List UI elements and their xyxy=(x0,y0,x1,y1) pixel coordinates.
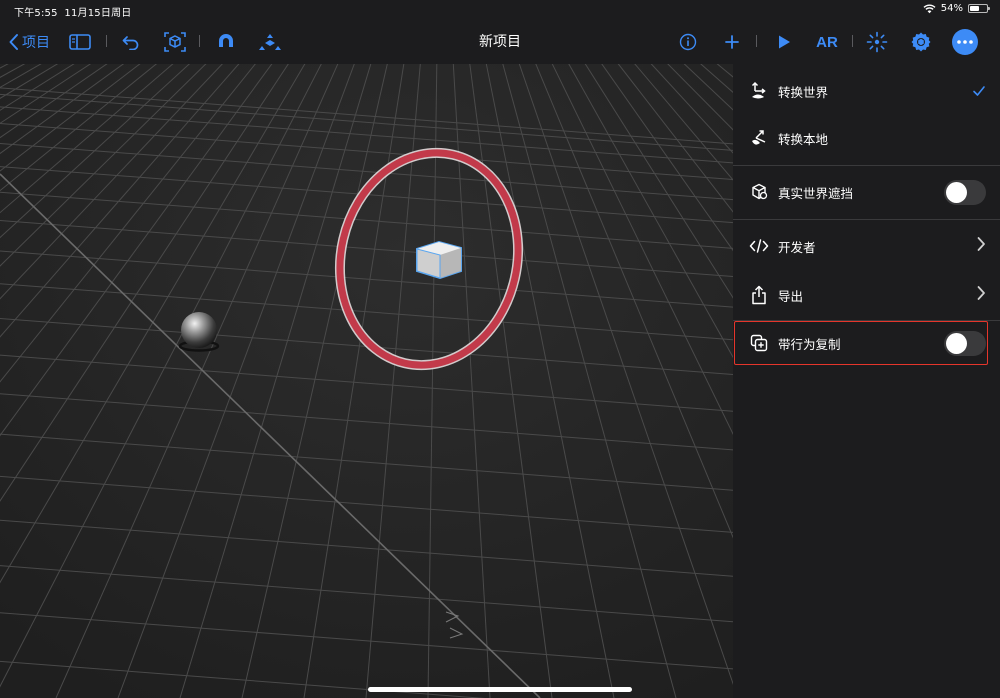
status-right: 54% xyxy=(923,3,990,14)
menu-divider xyxy=(733,165,1000,166)
menu-item-label: 转换本地 xyxy=(778,131,829,147)
undo-button[interactable] xyxy=(120,20,142,64)
battery-icon xyxy=(968,4,990,13)
occlusion-icon xyxy=(749,182,769,202)
menu-item-transform-local[interactable]: 转换本地 xyxy=(733,116,1000,160)
sidebar-icon xyxy=(69,34,91,50)
snap-button[interactable] xyxy=(257,20,283,64)
share-icon xyxy=(749,285,769,305)
gear-icon xyxy=(911,32,931,52)
menu-item-label: 真实世界遮挡 xyxy=(778,185,854,201)
page-title: 新项目 xyxy=(479,34,521,50)
more-button[interactable] xyxy=(950,20,980,64)
menu-item-label: 导出 xyxy=(778,288,804,304)
menu-item-export[interactable]: 导出 xyxy=(733,273,1000,317)
play-icon xyxy=(779,35,790,49)
menu-item-label: 开发者 xyxy=(778,239,816,255)
ar-icon: AR xyxy=(816,33,838,51)
menu-item-occlusion[interactable]: 真实世界遮挡 xyxy=(733,170,1000,214)
toolbar-separator xyxy=(199,35,200,47)
wifi-icon xyxy=(923,3,936,13)
scene-viewport[interactable] xyxy=(0,64,733,698)
anchor-icon xyxy=(866,31,888,53)
status-bar: 下午5:55 11月15日周日 54% xyxy=(0,0,1000,20)
info-button[interactable] xyxy=(677,20,699,64)
scene-canvas[interactable] xyxy=(0,64,733,698)
transform-local-icon xyxy=(749,128,769,148)
status-time-text: 下午5:55 xyxy=(14,8,58,19)
menu-item-transform-world[interactable]: 转换世界 xyxy=(733,69,1000,113)
menu-item-developer[interactable]: 开发者 xyxy=(733,224,1000,268)
menu-item-label: 转换世界 xyxy=(778,84,829,100)
chevron-right-icon xyxy=(976,236,986,256)
chevron-left-icon xyxy=(9,34,18,50)
plus-icon xyxy=(725,35,739,49)
checkmark-icon xyxy=(972,82,986,101)
more-icon xyxy=(952,29,978,55)
toggle-knob xyxy=(946,181,967,203)
selected-cube[interactable] xyxy=(416,240,462,280)
highlight-box xyxy=(734,321,988,365)
battery-percent: 54% xyxy=(940,3,963,14)
toolbar-separator xyxy=(852,35,853,47)
ar-button[interactable]: AR xyxy=(812,20,842,64)
magnet-icon xyxy=(219,34,233,50)
ar-object-button[interactable] xyxy=(162,20,188,64)
back-label: 项目 xyxy=(22,35,50,51)
add-button[interactable] xyxy=(721,20,743,64)
options-menu: 转换世界 转换本地 真实世界遮挡 开发者 导出 带行为复制 xyxy=(733,64,1000,698)
toolbar-separator xyxy=(756,35,757,47)
anchor-button[interactable] xyxy=(865,20,889,64)
menu-divider xyxy=(733,219,1000,220)
chevron-right-icon xyxy=(976,285,986,305)
settings-button[interactable] xyxy=(908,20,934,64)
toolbar-separator xyxy=(106,35,107,47)
magnet-button[interactable] xyxy=(214,20,238,64)
info-icon xyxy=(679,33,697,51)
status-date: 11月15日周日 xyxy=(64,8,132,19)
status-time: 下午5:55 11月15日周日 xyxy=(14,4,131,19)
occlusion-toggle[interactable] xyxy=(944,179,986,205)
sidebar-button[interactable] xyxy=(68,20,92,64)
back-button[interactable]: 项目 xyxy=(8,20,50,64)
undo-icon xyxy=(122,36,139,50)
ar-cube-icon xyxy=(164,32,186,52)
snap-icon xyxy=(259,34,281,50)
code-icon xyxy=(749,236,769,256)
play-button[interactable] xyxy=(773,20,795,64)
transform-world-icon xyxy=(749,81,769,101)
toolbar: 项目 新项目 AR xyxy=(0,20,1000,64)
home-indicator[interactable] xyxy=(368,687,632,692)
